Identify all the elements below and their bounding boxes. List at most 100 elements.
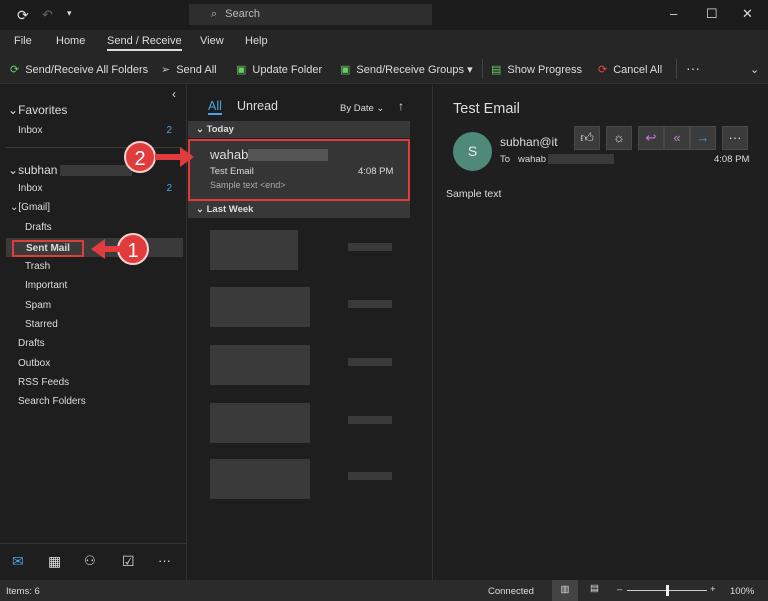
send-receive-groups-button[interactable]: ▣ Send/Receive Groups ▾ — [340, 63, 473, 76]
sync-icon: ⟳ — [10, 64, 20, 76]
folder-outbox[interactable]: Outbox — [18, 358, 50, 369]
ribbon-expand-icon[interactable]: ⌄ — [750, 63, 759, 76]
redacted-time — [348, 243, 392, 251]
redacted-text — [60, 165, 132, 176]
sort-dropdown[interactable]: By Date ⌄ — [340, 103, 384, 114]
menu-tabs: File Home Send / Receive View Help — [0, 30, 768, 55]
mail-icon[interactable]: ✉ — [12, 553, 24, 570]
group-last-week[interactable]: ⌄ Last Week — [188, 201, 410, 218]
people-icon[interactable]: ⚇ — [84, 553, 96, 569]
unread-count: 2 — [166, 183, 172, 194]
folder-spam[interactable]: Spam — [25, 300, 51, 311]
thumbs-up-icon: 👍︎ — [580, 130, 594, 145]
redacted-time — [348, 300, 392, 308]
zoom-slider-thumb[interactable] — [666, 585, 669, 596]
sort-direction-button[interactable]: ↑ — [398, 99, 404, 113]
redacted-message — [210, 287, 310, 327]
status-bar: Items: 6 Connected ▥ ▤ – + 100% — [0, 580, 768, 601]
favorites-header[interactable]: ⌄Favorites — [8, 103, 67, 117]
email-time: 4:08 PM — [714, 154, 750, 165]
divider — [6, 147, 182, 148]
zoom-in-button[interactable]: + — [710, 584, 716, 595]
like-button[interactable]: 👍︎ — [574, 126, 600, 150]
quick-access-dropdown-icon[interactable]: ▾ — [67, 8, 72, 19]
reading-view-button[interactable]: ▤ — [590, 583, 599, 594]
progress-icon: ▤ — [491, 64, 502, 76]
tasks-icon[interactable]: ☑ — [122, 553, 135, 570]
tab-file[interactable]: File — [14, 35, 32, 47]
folder-starred[interactable]: Starred — [25, 319, 58, 330]
filter-unread[interactable]: Unread — [237, 99, 278, 113]
ribbon: ⟳ Send/Receive All Folders ➢ Send All ▣ Upd… — [0, 55, 768, 84]
divider — [482, 59, 483, 79]
callout-1: 1 — [117, 233, 149, 265]
more-apps-icon[interactable]: ··· — [158, 553, 171, 568]
reply-all-button[interactable]: « — [664, 126, 690, 150]
connection-status: Connected — [488, 586, 534, 597]
minimize-button[interactable]: – — [670, 6, 677, 21]
show-progress-button[interactable]: ▤ Show Progress — [491, 63, 582, 76]
recipient[interactable]: wahab — [518, 154, 546, 165]
message-from: wahab — [210, 147, 249, 162]
close-button[interactable]: ✕ — [742, 6, 753, 22]
folder-sent-mail[interactable]: Sent Mail — [12, 240, 84, 257]
zoom-out-button[interactable]: – — [617, 584, 622, 595]
avatar[interactable]: S — [453, 132, 492, 171]
favorites-inbox[interactable]: Inbox — [18, 125, 178, 136]
callout-arrow — [104, 246, 120, 252]
redacted-time — [348, 416, 392, 424]
account-header[interactable]: ⌄subhan — [8, 163, 57, 177]
redacted-message — [210, 345, 310, 385]
tab-send-receive[interactable]: Send / Receive — [107, 35, 182, 51]
more-button[interactable]: ··· — [686, 60, 700, 76]
callout-arrowhead — [91, 239, 105, 259]
search-icon: ⌕ — [211, 8, 218, 20]
tab-help[interactable]: Help — [245, 35, 268, 47]
message-subject: Test Email — [210, 166, 254, 177]
sync-icon[interactable]: ⟳ — [17, 7, 29, 24]
folder-sync-icon: ▣ — [340, 64, 351, 76]
filter-all[interactable]: All — [208, 99, 222, 115]
title-bar: ⟳ ↶ ▾ ⌕ Search – ☐ ✕ — [0, 0, 768, 30]
collapse-pane-icon[interactable]: ‹ — [172, 87, 176, 101]
callout-2: 2 — [124, 141, 156, 173]
gmail-folder[interactable]: ⌄[Gmail] — [10, 202, 50, 213]
undo-icon[interactable]: ↶ — [42, 7, 53, 23]
more-actions-button[interactable]: ··· — [722, 126, 748, 150]
more-icon: ··· — [728, 130, 742, 145]
folder-sync-icon: ▣ — [236, 64, 247, 76]
loop-button[interactable]: ☼ — [606, 126, 632, 150]
update-folder-button[interactable]: ▣ Update Folder — [236, 63, 322, 76]
message-item-selected[interactable]: wahab Test Email 4:08 PM Sample text <en… — [188, 139, 410, 201]
to-label: To — [500, 154, 511, 165]
email-subject: Test Email — [453, 101, 520, 117]
folder-drafts-local[interactable]: Drafts — [18, 338, 45, 349]
cancel-all-button[interactable]: ⟳ Cancel All — [598, 63, 662, 76]
tab-home[interactable]: Home — [56, 35, 85, 47]
folder-search-folders[interactable]: Search Folders — [18, 396, 86, 407]
divider — [676, 59, 677, 79]
maximize-button[interactable]: ☐ — [706, 6, 718, 22]
sender[interactable]: subhan@it — [500, 135, 558, 149]
search-input[interactable]: ⌕ Search — [189, 4, 432, 25]
send-all-button[interactable]: ➢ Send All — [161, 63, 217, 76]
message-preview: Sample text <end> — [210, 180, 286, 190]
folder-important[interactable]: Important — [25, 280, 67, 291]
folder-drafts[interactable]: Drafts — [25, 222, 52, 233]
forward-icon: → — [696, 130, 710, 145]
calendar-icon[interactable]: ▦ — [48, 553, 61, 570]
normal-view-button[interactable]: ▥ — [552, 580, 578, 601]
folder-trash[interactable]: Trash — [25, 261, 50, 272]
redacted-message — [210, 230, 298, 270]
forward-button[interactable]: → — [690, 126, 716, 150]
tab-view[interactable]: View — [200, 35, 224, 47]
folder-rss-feeds[interactable]: RSS Feeds — [18, 377, 69, 388]
account-inbox[interactable]: Inbox — [18, 183, 42, 194]
reply-all-icon: « — [673, 130, 681, 145]
callout-arrowhead — [180, 147, 194, 167]
send-receive-all-button[interactable]: ⟳ Send/Receive All Folders — [10, 63, 148, 76]
reply-button[interactable]: ↩ — [638, 126, 664, 150]
callout-arrow — [155, 154, 181, 160]
redacted-message — [210, 459, 310, 499]
group-today[interactable]: ⌄ Today — [188, 121, 410, 138]
